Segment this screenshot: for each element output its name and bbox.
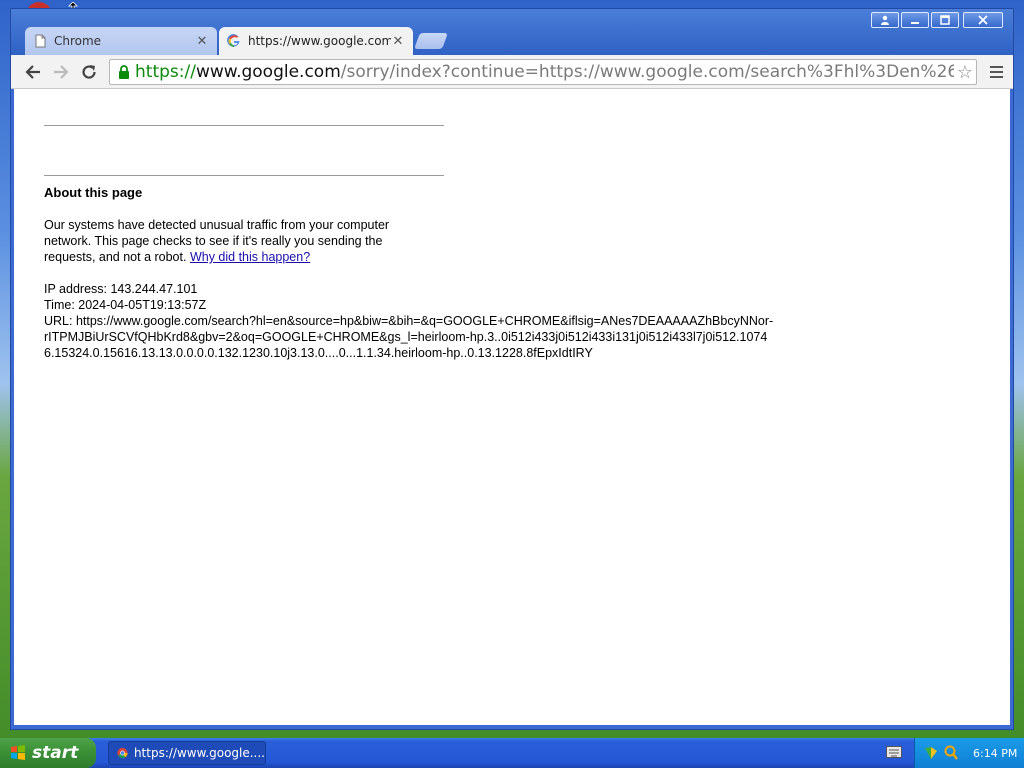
taskbar: start https://www.google.... 6:14 PM [0, 738, 1024, 768]
close-icon [978, 15, 988, 25]
forward-icon [54, 65, 69, 79]
start-button[interactable]: start [0, 738, 96, 768]
close-tab-icon[interactable]: ✕ [195, 34, 209, 49]
chrome-window: Chrome ✕ https://www.google.com/sea ✕ [10, 8, 1014, 730]
keyboard-icon[interactable] [886, 746, 902, 758]
window-controls [871, 12, 1003, 28]
minimize-button[interactable] [901, 12, 929, 28]
timestamp: Time: 2024-04-05T19:13:57Z [44, 298, 207, 312]
url-host: www.google.com [195, 62, 341, 82]
restore-icon [940, 15, 950, 25]
url-text: https://www.google.com/sorry/index?conti… [135, 62, 954, 82]
browser-toolbar: https://www.google.com/sorry/index?conti… [11, 55, 1013, 89]
back-icon [25, 65, 40, 79]
tab-chrome[interactable]: Chrome ✕ [25, 27, 217, 55]
why-did-this-happen-link[interactable]: Why did this happen? [190, 250, 310, 264]
tab-title: Chrome [54, 34, 102, 48]
menu-icon[interactable] [985, 61, 1007, 83]
divider [44, 125, 444, 126]
taskbar-item-chrome[interactable]: https://www.google.... [108, 741, 266, 765]
reload-icon [82, 65, 96, 79]
close-window-button[interactable] [963, 12, 1003, 28]
request-info: IP address: 143.244.47.101 Time: 2024-04… [44, 281, 774, 361]
page-content: About this page Our systems have detecte… [14, 89, 1010, 725]
request-url: URL: https://www.google.com/search?hl=en… [44, 314, 774, 360]
explanation-paragraph: Our systems have detected unusual traffi… [44, 217, 414, 265]
maximize-button[interactable] [931, 12, 959, 28]
address-bar[interactable]: https://www.google.com/sorry/index?conti… [109, 59, 977, 85]
back-button[interactable] [21, 60, 45, 84]
close-tab-icon[interactable]: ✕ [391, 34, 405, 49]
tab-google-sorry[interactable]: https://www.google.com/sea ✕ [219, 27, 413, 55]
search-icon[interactable] [943, 745, 959, 761]
star-icon[interactable]: ☆ [954, 62, 976, 83]
divider [44, 175, 444, 176]
tab-title: https://www.google.com/sea [248, 34, 391, 48]
network-icon[interactable] [923, 745, 939, 761]
page-icon [35, 34, 46, 48]
clock: 6:14 PM [973, 746, 1018, 760]
page-heading: About this page [44, 185, 143, 200]
new-tab-button[interactable] [414, 33, 448, 49]
reload-button[interactable] [77, 60, 101, 84]
chrome-icon [117, 747, 128, 759]
taskbar-item-label: https://www.google.... [133, 746, 265, 760]
forward-button[interactable] [49, 60, 73, 84]
ip-address: IP address: 143.244.47.101 [44, 282, 198, 296]
minimize-icon [911, 22, 919, 24]
google-g-icon [227, 34, 240, 48]
url-path: /sorry/index?continue=https://www.google… [340, 62, 954, 82]
lock-icon [119, 65, 129, 79]
person-icon [881, 15, 889, 25]
url-scheme: https:// [135, 62, 196, 82]
system-tray: 6:14 PM [914, 738, 1024, 768]
windows-logo-icon [11, 745, 25, 760]
profile-button[interactable] [871, 12, 899, 28]
start-label: start [32, 743, 79, 763]
